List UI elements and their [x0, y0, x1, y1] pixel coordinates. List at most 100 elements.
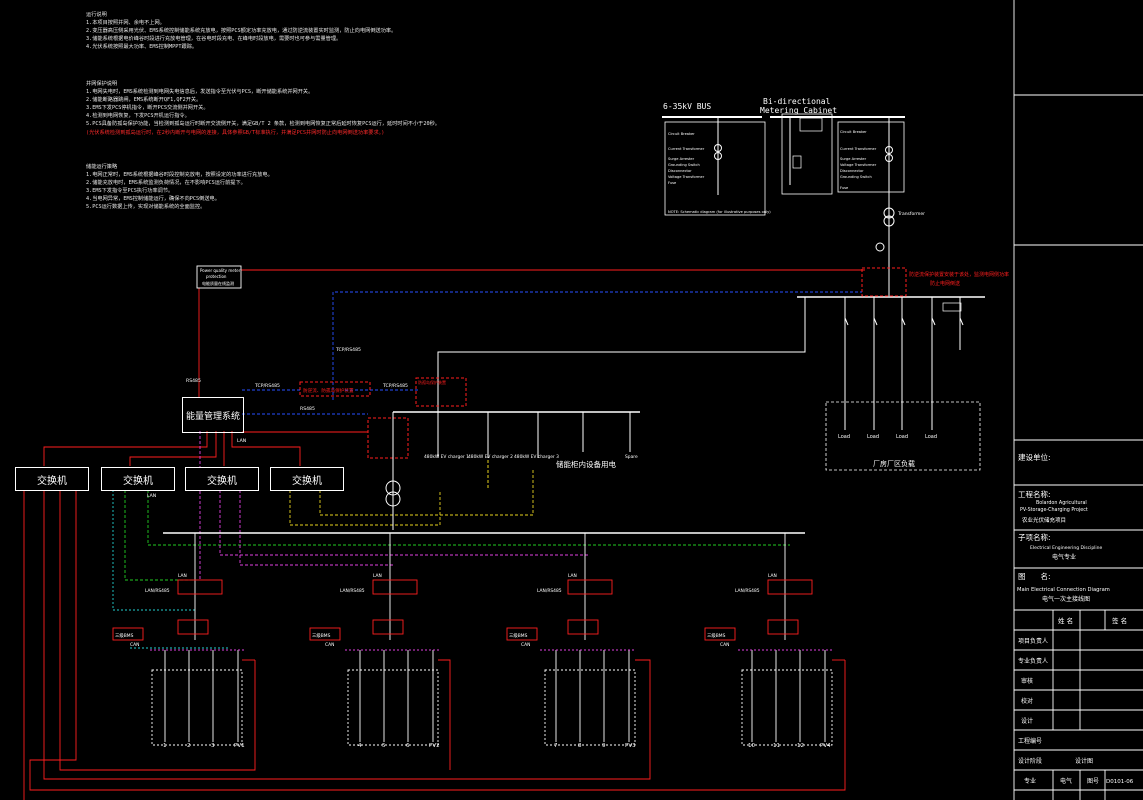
- bus-label: 6-35kV BUS: [663, 102, 711, 111]
- battery-label: 1: [163, 743, 167, 749]
- unit-small-labels: LAN LAN/RS485 三级BMS CAN LAN LAN/RS485 三级…: [115, 573, 777, 648]
- network-switch-2: 交换机: [101, 467, 175, 491]
- load-label: Load: [867, 434, 879, 440]
- discipline-val: 电气: [1060, 777, 1072, 785]
- project-name-label: 工程名称:: [1018, 489, 1051, 499]
- role-label: 专业负责人: [1018, 657, 1048, 665]
- unit-3: [506, 533, 651, 746]
- bms-label: 三级BMS: [115, 632, 134, 639]
- feeder-bus-label: 储能柜内设备用电: [556, 459, 616, 469]
- note-line: 3.EMS下发指令至PCS执行功率调节。: [86, 188, 174, 195]
- note-line: 1.本项目按照并网、余电不上网。: [86, 20, 165, 27]
- battery-label: 8: [578, 743, 582, 749]
- note-line: 储能运行策略: [86, 164, 118, 170]
- discipline-label: 专业: [1024, 777, 1036, 785]
- note-line: 运行说明: [86, 12, 107, 18]
- left-panel-list: Circuit Breaker Current Transformer Surg…: [668, 132, 705, 185]
- left-panel-item: Grounding Switch: [668, 163, 700, 167]
- col-sign: 签 名: [1112, 616, 1127, 625]
- drawing-cn: 电气一次主接线图: [1042, 595, 1090, 603]
- note-line-red: (光伏系统检测到孤岛运行时，在2秒内断开与电网的连接，具体参照GB/T标准执行，…: [86, 129, 385, 136]
- plant-load-label: 厂房厂区负载: [873, 459, 915, 468]
- bms-label: 三级BMS: [707, 632, 726, 639]
- metering-cabinet: [662, 113, 905, 252]
- left-panel-item: Voltage Transformer: [668, 175, 705, 179]
- network-switch-1: 交换机: [15, 467, 89, 491]
- label-lan-ems: LAN: [237, 438, 246, 444]
- left-panel-item: Surge Arrester: [668, 157, 695, 161]
- build-unit-label: 建设单位:: [1018, 452, 1051, 462]
- left-panel-item: Disconnector: [668, 169, 692, 173]
- notes-block-2: 并网保护说明 1.电网失电时，EMS系统检测到电网失电信息后，发送指令至光伏与P…: [86, 80, 440, 137]
- drawing-no: D0101-06: [1106, 779, 1134, 785]
- pv-label: PV2: [429, 743, 440, 749]
- label-lan: LAN: [147, 493, 156, 499]
- right-panel-list: Circuit Breaker Current Transformer Surg…: [840, 130, 877, 190]
- drawing-en: Main Electrical Connection Diagram: [1017, 587, 1110, 593]
- pv-label: PV1: [234, 743, 245, 749]
- load-label: Load: [925, 434, 937, 440]
- right-panel-item: Grounding Switch: [840, 175, 872, 179]
- label-tcp2: TCP/RS485: [382, 383, 408, 389]
- ev-feeder-label: 480kW EV charger 1: [424, 454, 469, 460]
- lan-label: LAN: [768, 573, 777, 579]
- lanrs-label: LAN/RS485: [340, 588, 365, 594]
- can-label: CAN: [325, 642, 334, 648]
- left-panel-item: Fuse: [668, 181, 677, 185]
- note-line: 并网保护说明: [86, 81, 118, 87]
- battery-label: 12: [797, 743, 804, 749]
- control-wiring: [23, 269, 865, 800]
- network-switch-3: 交换机: [185, 467, 259, 491]
- note-line: 4.检测到电网恢复，下发PCS开机运行指令。: [86, 113, 190, 120]
- red-note-2: 防止电网倒送: [930, 280, 960, 287]
- title-block-text: 建设单位: 工程名称: Bolardon Agricultural PV-Sto…: [1017, 452, 1134, 785]
- unit-4: [704, 533, 845, 746]
- note-line: 2.变压器高压侧采用光伏、EMS系统控制储能系统充放电，按照PCS额定功率充放电…: [86, 28, 397, 35]
- power-quality-label: protection: [206, 274, 227, 279]
- bms-label: 三级BMS: [509, 632, 528, 639]
- label-rs485: RS485: [186, 378, 201, 384]
- lan-label: LAN: [568, 573, 577, 579]
- note-line: 4.当电网异常，EMS控制储能运行，确保不向PCS倒送电。: [86, 196, 220, 203]
- battery-label: 3: [211, 743, 215, 749]
- load-label: Load: [896, 434, 908, 440]
- project-en-1: Bolardon Agricultural: [1036, 500, 1087, 506]
- ev-feeder-label: Spare: [625, 454, 638, 460]
- lan-label: LAN: [373, 573, 382, 579]
- note-line: 2.储能断路器跳闸，EMS系统断开QF1,QF2开关。: [86, 97, 202, 104]
- col-name: 姓 名: [1058, 616, 1073, 625]
- lan-label: LAN: [178, 573, 187, 579]
- metering-note: NOTE: Schematic diagram (for illustrativ…: [668, 210, 771, 214]
- can-label: CAN: [720, 642, 729, 648]
- label-tcp3: TCP/RS485: [335, 347, 361, 353]
- left-panel-item: Current Transformer: [668, 147, 705, 151]
- power-quality-label: Power quality meter: [200, 268, 241, 273]
- battery-label: 5: [382, 743, 386, 749]
- transformer-label: Transformer: [897, 211, 925, 217]
- notes-block-3: 储能运行策略 1.电网正常时，EMS系统根据峰谷时段控制充放电，按照设定的功率进…: [86, 163, 273, 212]
- note-line: 5.PCS运行数据上传，实现对储能系统的全面监控。: [86, 204, 206, 211]
- role-label: 工程编号: [1018, 737, 1042, 745]
- battery-label: 2: [187, 743, 191, 749]
- lanrs-label: LAN/RS485: [145, 588, 170, 594]
- lanrs-label: LAN/RS485: [537, 588, 562, 594]
- role-label: 校对: [1021, 697, 1033, 705]
- pv-label: PV3: [625, 743, 636, 749]
- load-label: Load: [838, 434, 850, 440]
- right-panel-item: Fuse: [840, 186, 849, 190]
- drawing-no-label: 图号: [1087, 778, 1099, 785]
- right-panel-item: Surge Arrester: [840, 157, 867, 161]
- sub-en: Electrical Engineering Discipline: [1030, 545, 1103, 551]
- role-label: 审核: [1021, 677, 1033, 685]
- label-rs485-2: RS485: [300, 406, 315, 412]
- battery-label: 4: [358, 743, 362, 749]
- note-line: 1.电网失电时，EMS系统检测到电网失电信息后，发送指令至光伏与PCS，断开储能…: [86, 89, 314, 96]
- protection-box-small: 防孤岛保护装置: [418, 379, 446, 385]
- bms-label: 三级BMS: [312, 632, 331, 639]
- ev-feeder-label: 480kW EV charger 2: [468, 454, 513, 460]
- title-block-frame: [1013, 0, 1143, 800]
- unit-1: [112, 533, 255, 746]
- right-panel-item: Disconnector: [840, 169, 864, 173]
- feeder-bus: [163, 411, 805, 534]
- battery-label: 11: [773, 743, 780, 749]
